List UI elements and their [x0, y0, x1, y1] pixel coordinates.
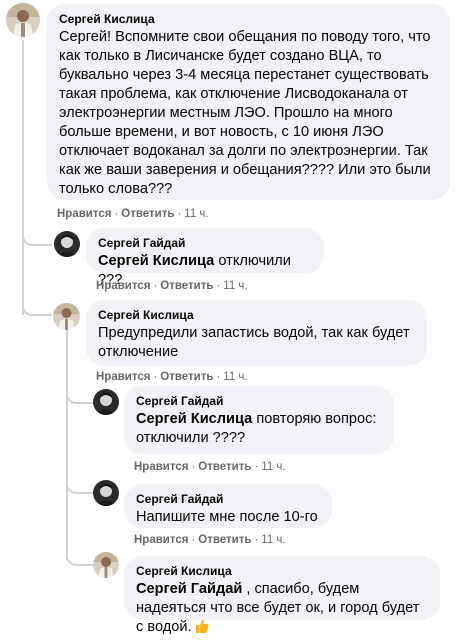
- thread-connector: [66, 540, 94, 566]
- thread-connector: [66, 470, 94, 494]
- user-photo-icon: [93, 552, 119, 578]
- comment-bubble: Сергей Кислица Сергей! Вспомните свои об…: [47, 4, 450, 200]
- avatar[interactable]: [93, 389, 119, 415]
- thread-connector: [66, 380, 94, 404]
- comment-time[interactable]: 11 ч.: [261, 461, 285, 473]
- comment-author[interactable]: Сергей Кислица: [136, 563, 428, 579]
- reply-button[interactable]: Ответить: [121, 208, 174, 220]
- comment-text: Сергей! Вспомните свои обещания по повод…: [59, 29, 431, 197]
- like-button[interactable]: Нравится: [96, 371, 150, 383]
- comment-text: Напишите мне после 10-го: [136, 509, 318, 525]
- comment-actions: Нравится · Ответить · 11 ч.: [134, 534, 286, 546]
- user-photo-icon: [93, 389, 119, 415]
- comment-actions: Нравится · Ответить · 11 ч.: [96, 371, 248, 383]
- mention-link[interactable]: Сергей Гайдай: [136, 581, 242, 597]
- user-photo-icon: [6, 3, 40, 37]
- mention-link[interactable]: Сергей Кислица: [98, 253, 214, 269]
- comment-time[interactable]: 11 ч.: [261, 534, 285, 546]
- like-button[interactable]: Нравится: [57, 208, 111, 220]
- comment-bubble: Сергей Гайдай Напишите мне после 10-го: [124, 484, 332, 528]
- user-photo-icon: [93, 480, 119, 506]
- comment-author[interactable]: Сергей Гайдай: [136, 393, 382, 409]
- comment-author[interactable]: Сергей Гайдай: [98, 235, 312, 251]
- like-button[interactable]: Нравится: [134, 461, 188, 473]
- avatar[interactable]: [54, 231, 80, 257]
- reply-button[interactable]: Ответить: [160, 280, 213, 292]
- reply-button[interactable]: Ответить: [198, 534, 251, 546]
- user-photo-icon: [54, 231, 80, 257]
- thread-line-main: [22, 40, 24, 315]
- avatar[interactable]: [93, 552, 119, 578]
- comment-time[interactable]: 11 ч.: [223, 280, 247, 292]
- like-button[interactable]: Нравится: [134, 534, 188, 546]
- avatar[interactable]: [53, 303, 80, 330]
- thread-line-reply: [66, 330, 68, 560]
- user-photo-icon: [53, 303, 80, 330]
- comment-author[interactable]: Сергей Гайдай: [136, 491, 320, 507]
- comment-actions: Нравится · Ответить · 11 ч.: [57, 208, 209, 220]
- comment-bubble: Сергей Кислица Предупредили запастись во…: [86, 300, 427, 366]
- comment-bubble: Сергей Гайдай Сергей Кислица повторяю во…: [124, 386, 394, 454]
- avatar[interactable]: [6, 3, 40, 37]
- comment-author[interactable]: Сергей Кислица: [59, 11, 438, 27]
- thread-connector: [22, 290, 52, 316]
- reply-button[interactable]: Ответить: [198, 461, 251, 473]
- avatar[interactable]: [93, 480, 119, 506]
- comment-actions: Нравится · Ответить · 11 ч.: [96, 280, 248, 292]
- comment-time[interactable]: 11 ч.: [223, 371, 247, 383]
- mention-link[interactable]: Сергей Кислица: [136, 411, 252, 427]
- comment-time[interactable]: 11 ч.: [184, 208, 208, 220]
- comment-bubble: Сергей Кислица Сергей Гайдай , спасибо, …: [124, 556, 440, 635]
- thumbs-up-emoji: [194, 618, 210, 640]
- like-button[interactable]: Нравится: [96, 280, 150, 292]
- thread-connector: [22, 222, 52, 246]
- reply-button[interactable]: Ответить: [160, 371, 213, 383]
- comment-text: Предупредили запастись водой, так как бу…: [98, 325, 410, 360]
- comment-author[interactable]: Сергей Кислица: [98, 307, 415, 323]
- comment-actions: Нравится · Ответить · 11 ч.: [134, 461, 286, 473]
- comment-bubble: Сергей Гайдай Сергей Кислица отключили ?…: [86, 228, 324, 288]
